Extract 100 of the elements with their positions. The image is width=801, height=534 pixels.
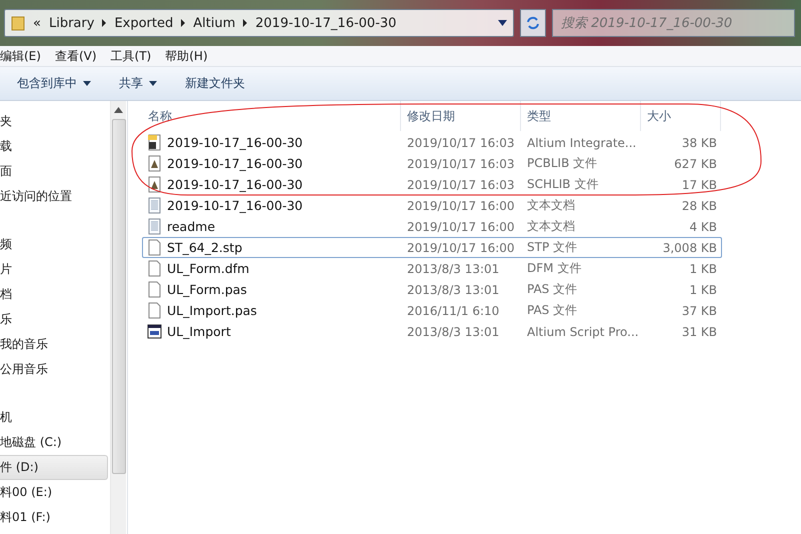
modified-date: 2016/11/1 6:10 <box>406 304 500 318</box>
file-row[interactable]: UL_Form.dfm 2013/8/3 13:01 DFM 文件 1 KB <box>142 258 722 279</box>
modified-date: 2019/10/17 16:00 <box>406 220 516 234</box>
file-type: PAS 文件 <box>526 281 578 298</box>
file-icon <box>147 302 162 319</box>
file-icon <box>147 260 162 277</box>
folder-icon <box>11 15 25 31</box>
breadcrumb[interactable]: 2019-10-17_16-00-30 <box>255 16 396 30</box>
chevron-icon[interactable] <box>102 19 106 27</box>
file-type: Altium Script Pro... <box>526 324 640 338</box>
file-name: 2019-10-17_16-00-30 <box>167 135 303 150</box>
breadcrumb[interactable]: Altium <box>193 16 236 30</box>
chevron-icon[interactable] <box>181 19 186 27</box>
library-file-icon <box>147 134 162 151</box>
file-row[interactable]: 2019-10-17_16-00-30 2019/10/17 16:03 PCBLIB 文件 627 KB <box>142 153 722 174</box>
sidebar-item[interactable]: 档 <box>0 282 108 307</box>
sidebar-item[interactable]: 近访问的位置 <box>0 184 108 209</box>
chevron-icon[interactable] <box>243 19 248 27</box>
file-name: UL_Import.pas <box>167 303 257 318</box>
file-row[interactable]: UL_Import.pas 2016/11/1 6:10 PAS 文件 37 KB <box>142 300 722 321</box>
file-row[interactable]: UL_Form.pas 2013/8/3 13:01 PAS 文件 1 KB <box>142 279 722 300</box>
sidebar-item[interactable]: 频 <box>0 232 108 257</box>
file-name: readme <box>167 219 216 234</box>
text-file-icon <box>147 197 162 214</box>
file-type: 文本文档 <box>526 218 576 235</box>
file-name: ST_64_2.stp <box>167 240 242 255</box>
sidebar-item[interactable]: 载 <box>0 134 108 159</box>
file-name: UL_Form.pas <box>167 282 247 297</box>
file-size: 17 KB <box>680 178 717 192</box>
file-type: PCBLIB 文件 <box>526 155 598 172</box>
sidebar-item[interactable]: 料00 (E:) <box>0 480 108 505</box>
file-icon <box>147 239 162 256</box>
file-type: 文本文档 <box>526 197 576 214</box>
sidebar-item[interactable]: 公用音乐 <box>0 357 108 382</box>
document-icon <box>147 176 162 193</box>
modified-date: 2019/10/17 16:00 <box>406 198 516 212</box>
file-row[interactable]: 2019-10-17_16-00-30 2019/10/17 16:03 Altium Integrate... 38 KB <box>142 132 722 153</box>
modified-date: 2013/8/3 13:01 <box>406 324 500 338</box>
file-type: DFM 文件 <box>526 260 582 277</box>
scroll-thumb[interactable] <box>112 119 126 474</box>
modified-date: 2013/8/3 13:01 <box>406 262 500 276</box>
dropdown-icon[interactable] <box>498 20 507 26</box>
toolbar-button[interactable]: 包含到库中 <box>17 71 91 96</box>
breadcrumb[interactable]: Exported <box>114 16 174 30</box>
file-size: 28 KB <box>680 198 717 212</box>
address-bar[interactable]: « Library Exported Altium 2019-10-17_16-00-30 <box>4 9 514 37</box>
file-type: STP 文件 <box>526 239 578 256</box>
column-header[interactable]: 修改日期 <box>401 101 521 131</box>
file-type: Altium Integrate... <box>526 136 638 150</box>
toolbar-button[interactable]: 共享 <box>119 71 157 96</box>
sidebar-item[interactable]: 地磁盘 (C:) <box>0 430 108 455</box>
script-file-icon <box>147 323 162 340</box>
file-type: PAS 文件 <box>526 302 578 319</box>
modified-date: 2019/10/17 16:03 <box>406 156 516 170</box>
overflow-chevron[interactable]: « <box>33 16 41 30</box>
column-header[interactable]: 名称 <box>142 101 401 131</box>
sidebar-item[interactable]: 面 <box>0 159 108 184</box>
file-type: SCHLIB 文件 <box>526 176 600 193</box>
menu-item[interactable]: 帮助(H) <box>165 48 208 64</box>
modified-date: 2019/10/17 16:03 <box>406 136 516 150</box>
file-size: 4 KB <box>688 220 717 234</box>
refresh-button[interactable] <box>520 9 546 37</box>
scrollbar[interactable] <box>110 101 126 534</box>
column-header[interactable]: 大小 <box>641 101 721 131</box>
sidebar-item[interactable]: 机 <box>0 405 108 430</box>
file-name: 2019-10-17_16-00-30 <box>167 177 303 192</box>
menu-item[interactable]: 查看(V) <box>54 48 97 64</box>
sidebar-item[interactable]: 料01 (F:) <box>0 505 108 530</box>
file-size: 3,008 KB <box>662 240 717 254</box>
file-size: 1 KB <box>688 282 717 296</box>
menu-item[interactable]: 编辑(E) <box>0 48 41 64</box>
text-file-icon <box>147 218 162 235</box>
sidebar-item[interactable]: 片 <box>0 257 108 282</box>
file-row[interactable]: 2019-10-17_16-00-30 2019/10/17 16:03 SCHLIB 文件 17 KB <box>142 174 722 195</box>
file-size: 31 KB <box>680 324 717 338</box>
file-name: UL_Form.dfm <box>167 261 250 276</box>
sidebar-item[interactable]: 夹 <box>0 109 108 134</box>
modified-date: 2013/8/3 13:01 <box>406 282 500 296</box>
file-size: 38 KB <box>680 136 717 150</box>
modified-date: 2019/10/17 16:03 <box>406 178 516 192</box>
modified-date: 2019/10/17 16:00 <box>406 240 516 254</box>
search-field[interactable]: 搜索 2019-10-17_16-00-30 <box>552 9 795 37</box>
file-size: 37 KB <box>680 304 717 318</box>
file-icon <box>147 281 162 298</box>
file-row[interactable]: UL_Import 2013/8/3 13:01 Altium Script Pro... 31 KB <box>142 321 722 342</box>
document-icon <box>147 155 162 172</box>
scroll-up-icon[interactable] <box>114 107 123 113</box>
column-header[interactable]: 类型 <box>521 101 641 131</box>
sidebar-item[interactable]: 件 (D:) <box>0 455 108 480</box>
file-row[interactable]: 2019-10-17_16-00-30 2019/10/17 16:00 文本文档 28 KB <box>142 195 722 216</box>
sidebar-item[interactable]: 乐 <box>0 307 108 332</box>
file-name: 2019-10-17_16-00-30 <box>167 156 303 171</box>
menu-item[interactable]: 工具(T) <box>110 48 152 64</box>
refresh-icon <box>525 15 541 31</box>
file-size: 627 KB <box>673 156 717 170</box>
toolbar-button[interactable]: 新建文件夹 <box>185 71 245 96</box>
file-row[interactable]: readme 2019/10/17 16:00 文本文档 4 KB <box>142 216 722 237</box>
sidebar-item[interactable]: 我的音乐 <box>0 332 108 357</box>
breadcrumb[interactable]: Library <box>48 16 94 30</box>
file-row[interactable]: ST_64_2.stp 2019/10/17 16:00 STP 文件 3,008 KB <box>142 237 722 258</box>
